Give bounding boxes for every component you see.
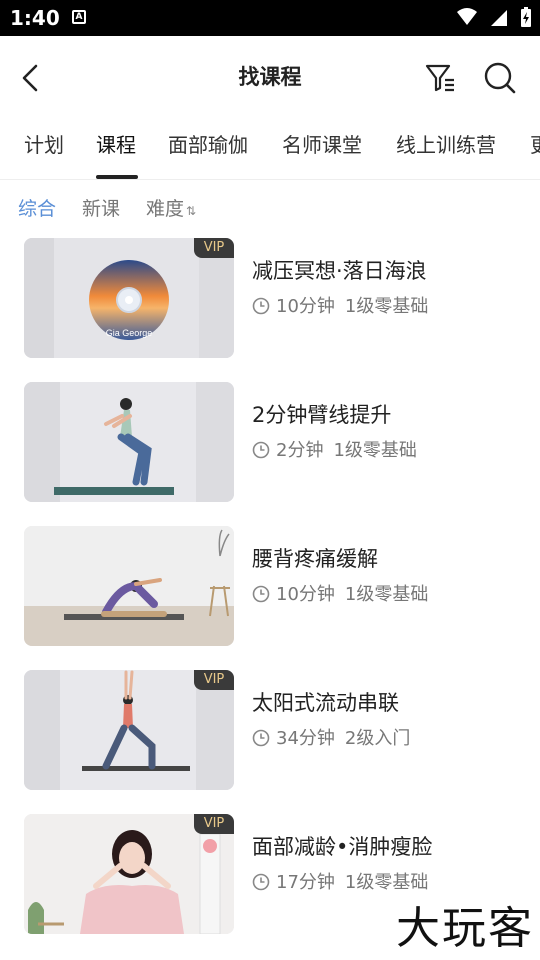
search-icon: [484, 62, 516, 94]
course-duration: 10分钟: [276, 584, 335, 605]
tab-face-yoga[interactable]: 面部瑜伽: [168, 132, 248, 158]
course-meta: 34分钟 2级入门: [252, 726, 410, 752]
course-thumbnail: Gia George VIP: [24, 238, 234, 358]
sort-new[interactable]: 新课: [82, 197, 120, 221]
course-title: 减压冥想·落日海浪: [252, 259, 427, 283]
signal-icon: [490, 10, 507, 26]
clock-icon: [252, 297, 270, 314]
course-thumbnail-image: [24, 382, 234, 502]
sort-arrows-icon: ⇅: [186, 204, 197, 218]
course-meta: 10分钟 1级零基础: [252, 582, 428, 608]
sort-difficulty-label: 难度: [146, 198, 185, 220]
sort-difficulty[interactable]: 难度 ⇅: [146, 197, 196, 223]
sort-bar: 综合 新课 难度 ⇅: [0, 190, 540, 230]
vip-badge: VIP: [194, 670, 234, 690]
course-level: 1级零基础: [344, 296, 429, 317]
status-bar: 1:40 A: [0, 0, 540, 36]
tab-plan[interactable]: 计划: [24, 132, 64, 158]
course-title: 2分钟臂线提升: [252, 403, 392, 427]
tab-courses[interactable]: 课程: [96, 132, 136, 158]
active-tab-indicator: [96, 175, 138, 179]
course-duration: 2分钟: [276, 440, 324, 461]
course-thumbnail: VIP: [24, 814, 234, 934]
tab-online-camp[interactable]: 线上训练营: [396, 132, 496, 158]
watermark-logo: 大玩客: [396, 903, 534, 954]
course-title: 太阳式流动串联: [252, 691, 399, 715]
search-button[interactable]: [480, 58, 520, 98]
vip-badge: VIP: [194, 814, 234, 834]
clock-icon: [252, 729, 270, 746]
course-item[interactable]: Gia George VIP 减压冥想·落日海浪 10分钟 1级零基础: [0, 238, 540, 362]
course-thumbnail: VIP: [24, 670, 234, 790]
course-meta: 17分钟 1级零基础: [252, 870, 428, 896]
disc-label: Gia George: [106, 328, 153, 338]
battery-icon: [521, 7, 531, 27]
course-level: 1级零基础: [344, 584, 429, 605]
course-level: 2级入门: [344, 728, 411, 749]
course-meta: 10分钟 1级零基础: [252, 294, 428, 320]
course-thumbnail: [24, 382, 234, 502]
clock-icon: [252, 585, 270, 602]
course-duration: 34分钟: [276, 728, 335, 749]
vip-badge: VIP: [194, 238, 234, 258]
status-icons: [450, 6, 532, 30]
header: 找课程: [0, 36, 540, 120]
course-title: 腰背疼痛缓解: [252, 547, 378, 571]
sort-overall[interactable]: 综合: [18, 197, 56, 221]
clock-icon: [252, 873, 270, 890]
course-item[interactable]: 腰背疼痛缓解 10分钟 1级零基础: [0, 526, 540, 650]
filter-icon: [425, 64, 454, 92]
wifi-icon: [456, 8, 477, 25]
status-time: 1:40: [10, 6, 60, 30]
course-title: 面部减龄•消肿瘦脸: [252, 835, 433, 859]
course-duration: 17分钟: [276, 872, 335, 893]
notification-badge: A: [72, 10, 86, 24]
course-item[interactable]: VIP 太阳式流动串联 34分钟 2级入门: [0, 670, 540, 794]
course-level: 1级零基础: [333, 440, 417, 461]
course-duration: 10分钟: [276, 296, 335, 317]
tab-more-partial[interactable]: 更: [530, 132, 540, 158]
category-tabs: 计划 课程 面部瑜伽 名师课堂 线上训练营 更: [0, 120, 540, 180]
course-thumbnail-image: [24, 526, 234, 646]
course-meta: 2分钟 1级零基础: [252, 438, 417, 464]
course-thumbnail: [24, 526, 234, 646]
course-level: 1级零基础: [344, 872, 429, 893]
tab-master-class[interactable]: 名师课堂: [282, 132, 362, 158]
clock-icon: [252, 441, 270, 458]
filter-button[interactable]: [420, 60, 460, 96]
course-item[interactable]: 2分钟臂线提升 2分钟 1级零基础: [0, 382, 540, 506]
